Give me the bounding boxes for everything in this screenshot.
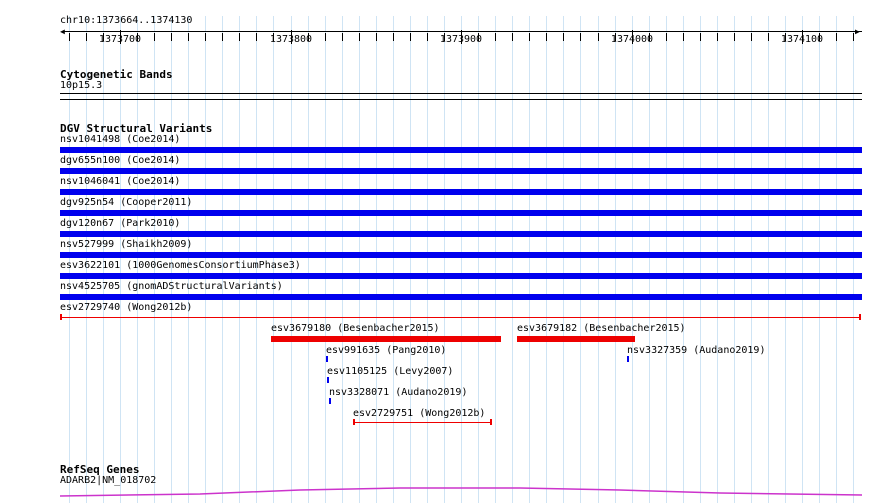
genome-browser-view: chr10:1373664..1374130 ◀ ▶ 1373700137380… <box>0 0 890 503</box>
refseq-gene-curve[interactable] <box>0 0 890 503</box>
